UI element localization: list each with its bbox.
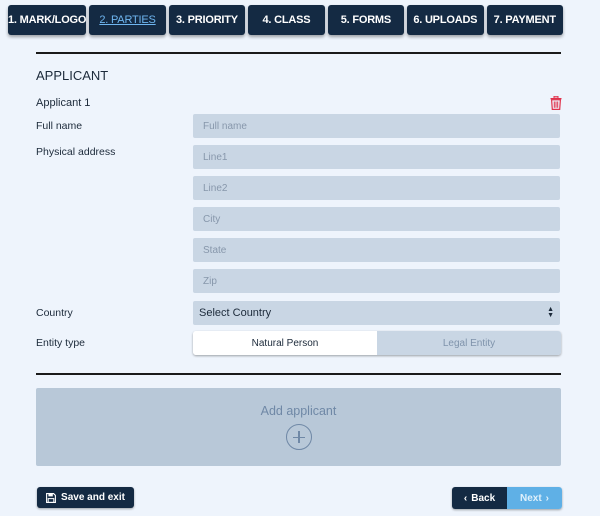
select-arrows-icon: ▲ ▼: [547, 306, 554, 319]
pagination-nav: ‹ Back Next ›: [452, 487, 562, 509]
zip-input[interactable]: [193, 269, 560, 293]
full-name-input[interactable]: [193, 114, 560, 138]
country-label: Country: [36, 307, 73, 319]
trash-icon[interactable]: [550, 96, 562, 110]
save-and-exit-button[interactable]: Save and exit: [37, 487, 134, 508]
entity-type-label: Entity type: [36, 337, 86, 349]
tab-payment[interactable]: 7. PAYMENT: [486, 5, 563, 35]
add-applicant-label: Add applicant: [260, 404, 337, 418]
step-tabs: 1. MARK/LOGO 2. PARTIES 3. PRIORITY 4. C…: [8, 5, 563, 35]
tab-forms[interactable]: 5. FORMS: [327, 5, 405, 35]
next-button[interactable]: Next ›: [507, 487, 562, 509]
entity-type-toggle: Natural Person Legal Entity: [193, 331, 561, 355]
state-input[interactable]: [193, 238, 560, 262]
plus-circle-icon: [285, 424, 312, 450]
tab-mark-logo[interactable]: 1. MARK/LOGO: [8, 5, 86, 35]
next-label: Next: [519, 492, 542, 504]
tab-uploads[interactable]: 6. UPLOADS: [407, 5, 484, 35]
tab-class[interactable]: 4. CLASS: [248, 5, 325, 35]
address-line1-input[interactable]: [193, 145, 560, 169]
chevron-left-icon: ‹: [463, 492, 468, 504]
save-and-exit-label: Save and exit: [61, 492, 125, 503]
floppy-disk-icon: [46, 492, 56, 503]
applicant-label: Applicant 1: [36, 97, 91, 109]
back-label: Back: [471, 492, 496, 504]
city-input[interactable]: [193, 207, 560, 231]
full-name-label: Full name: [36, 120, 83, 132]
page: 1. MARK/LOGO 2. PARTIES 3. PRIORITY 4. C…: [0, 0, 600, 516]
divider-bottom: [36, 373, 561, 375]
back-button[interactable]: ‹ Back: [452, 487, 507, 509]
address-line2-input[interactable]: [193, 176, 560, 200]
physical-address-label: Physical address: [36, 146, 116, 158]
chevron-right-icon: ›: [545, 492, 550, 504]
entity-option-natural-person[interactable]: Natural Person: [193, 331, 377, 355]
country-select[interactable]: Select Country ▲ ▼: [193, 301, 560, 325]
section-title: APPLICANT: [36, 68, 109, 83]
country-select-value: Select Country: [199, 307, 272, 319]
entity-option-legal-entity[interactable]: Legal Entity: [377, 331, 561, 355]
divider-top: [36, 52, 561, 54]
tab-priority[interactable]: 3. PRIORITY: [168, 5, 246, 35]
tab-parties[interactable]: 2. PARTIES: [89, 5, 166, 35]
add-applicant-button[interactable]: Add applicant: [36, 388, 561, 466]
